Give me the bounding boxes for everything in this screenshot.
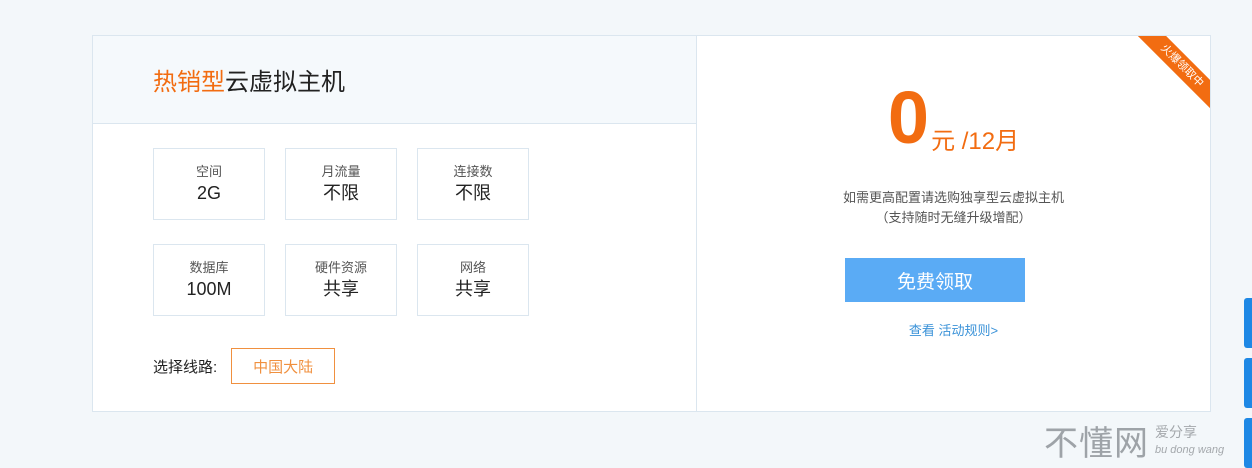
watermark-sub1: 爱分享 <box>1155 423 1197 440</box>
price-unit: 元 /12月 <box>931 128 1020 155</box>
product-title-rest: 云虚拟主机 <box>225 69 345 96</box>
side-float-tab[interactable] <box>1244 358 1252 408</box>
spec-value: 共享 <box>323 279 359 299</box>
spec-space: 空间 2G <box>153 148 265 220</box>
spec-value: 2G <box>196 183 221 203</box>
spec-value: 不限 <box>455 183 491 203</box>
pricing-panel: 火爆领取中 0元 /12月 如需更高配置请选购独享型云虚拟主机 （支持随时无缝升… <box>697 36 1210 411</box>
product-title: 热销型云虚拟主机 <box>153 62 345 97</box>
spec-hardware: 硬件资源 共享 <box>285 244 397 316</box>
spec-traffic: 月流量 不限 <box>285 148 397 220</box>
spec-value: 不限 <box>323 183 359 203</box>
claim-free-button[interactable]: 免费领取 <box>845 258 1025 302</box>
spec-label: 数据库 <box>189 260 229 275</box>
spec-label: 空间 <box>195 164 222 179</box>
spec-value: 共享 <box>455 279 491 299</box>
spec-grid: 空间 2G 月流量 不限 连接数 不限 数据库 100M 硬件资源 共享 网络 … <box>153 148 529 316</box>
upgrade-description-line2: （支持随时无缝升级增配） <box>875 210 1032 225</box>
upgrade-description-line1: 如需更高配置请选购独享型云虚拟主机 <box>842 190 1064 205</box>
watermark-main: 不懂网 <box>1044 424 1149 464</box>
spec-database: 数据库 100M <box>153 244 265 316</box>
watermark: 不懂网 爱分享 bu dong wang <box>1044 416 1224 465</box>
upgrade-description: 如需更高配置请选购独享型云虚拟主机 （支持随时无缝升级增配） <box>697 188 1210 228</box>
side-float-tab[interactable] <box>1244 298 1252 348</box>
route-option-mainland-china[interactable]: 中国大陆 <box>231 348 336 384</box>
product-spec-panel: 热销型云虚拟主机 空间 2G 月流量 不限 连接数 不限 数据库 100M 硬件… <box>93 36 697 411</box>
product-title-highlight: 热销型 <box>153 69 225 96</box>
route-selector: 选择线路: 中国大陆 <box>153 348 336 384</box>
price: 0元 /12月 <box>697 80 1210 156</box>
spec-connections: 连接数 不限 <box>417 148 529 220</box>
price-number: 0 <box>887 76 930 159</box>
watermark-sub2: bu dong wang <box>1155 443 1225 456</box>
spec-network: 网络 共享 <box>417 244 529 316</box>
spec-label: 月流量 <box>321 164 361 179</box>
spec-label: 连接数 <box>453 164 493 179</box>
product-card: 热销型云虚拟主机 空间 2G 月流量 不限 连接数 不限 数据库 100M 硬件… <box>92 35 1211 412</box>
watermark-sub: 爱分享 bu dong wang <box>1155 423 1224 459</box>
spec-value: 100M <box>186 279 232 299</box>
product-header: 热销型云虚拟主机 <box>93 36 696 124</box>
spec-label: 网络 <box>459 260 486 275</box>
spec-label: 硬件资源 <box>314 260 367 275</box>
route-label: 选择线路: <box>153 358 218 376</box>
side-float-tab[interactable] <box>1244 418 1252 468</box>
activity-rules-link[interactable]: 查看 活动规则> <box>697 320 1210 339</box>
